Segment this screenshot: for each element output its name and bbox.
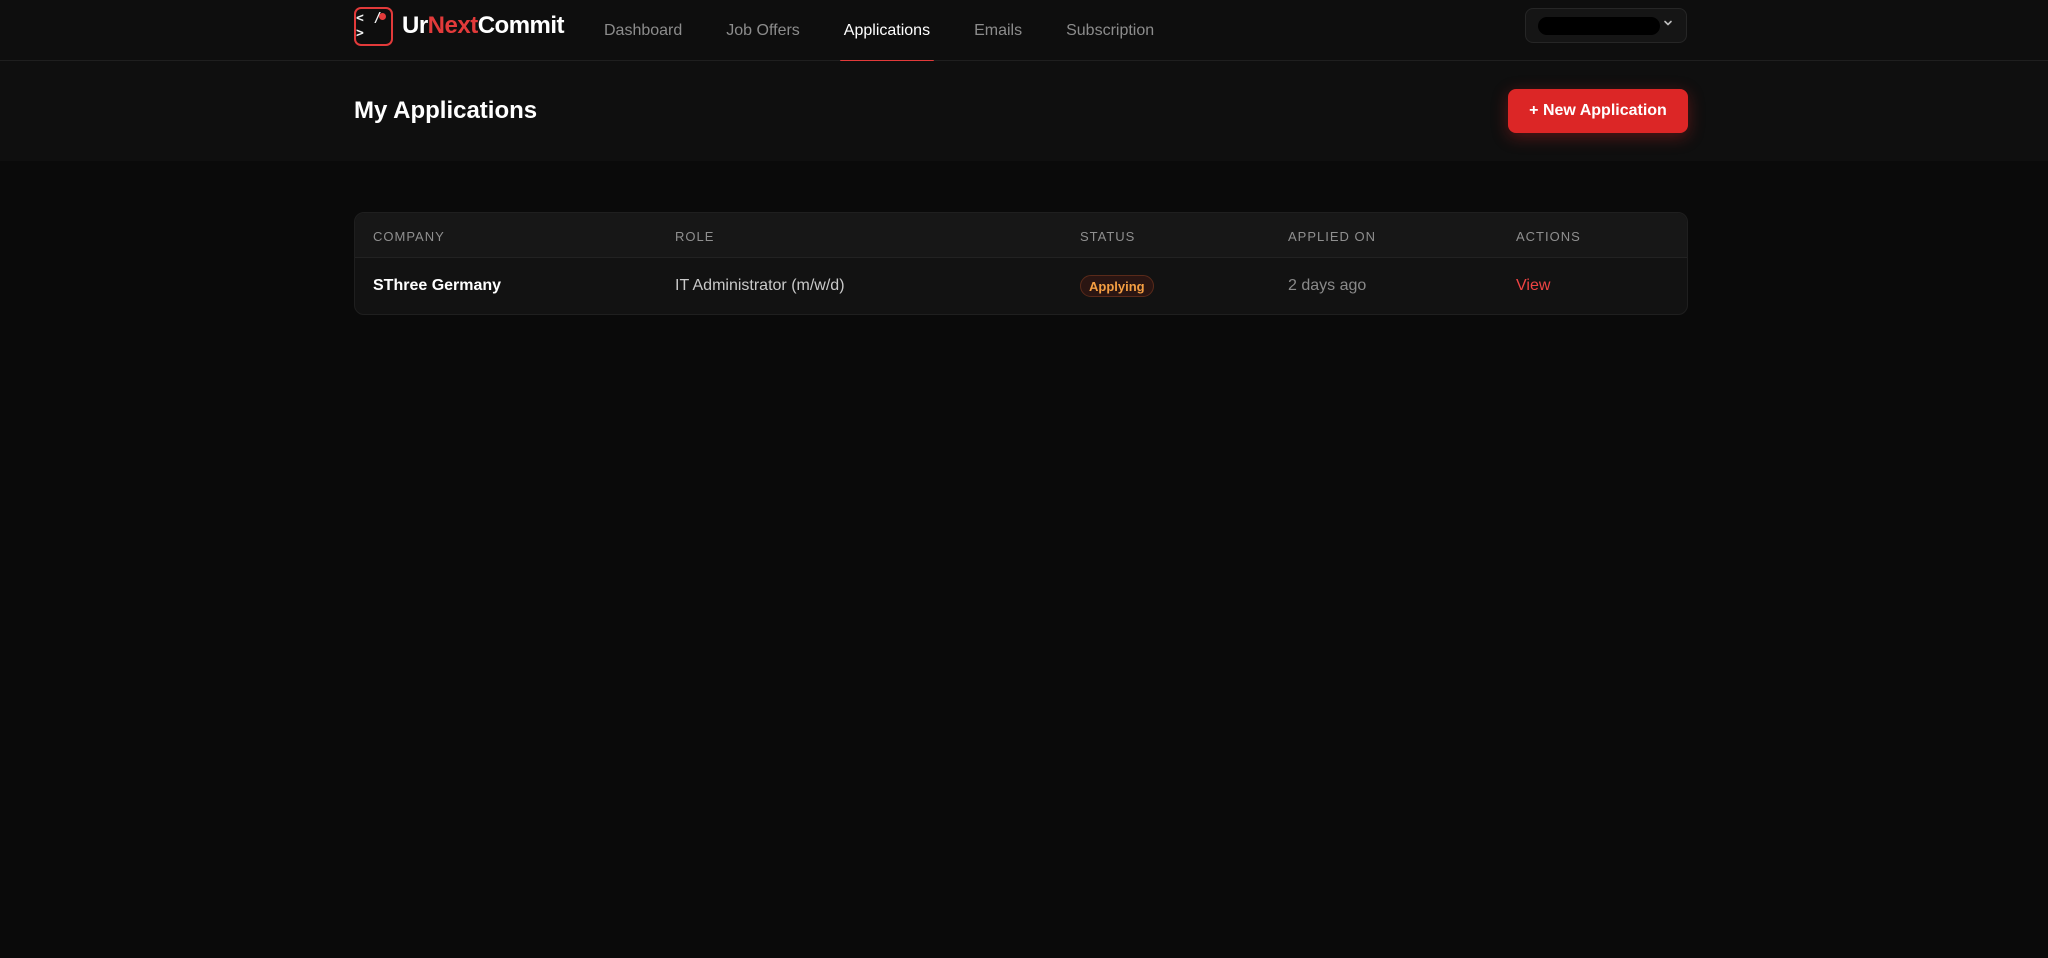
column-header-role: ROLE	[675, 229, 715, 244]
nav-item-dashboard[interactable]: Dashboard	[582, 0, 704, 61]
user-menu-button[interactable]	[1525, 8, 1687, 43]
cell-applied-on: 2 days ago	[1288, 277, 1367, 294]
applications-table: COMPANY ROLE STATUS APPLIED ON ACTIONS S…	[354, 212, 1688, 315]
cell-company: SThree Germany	[373, 277, 502, 294]
column-header-company: COMPANY	[373, 229, 445, 244]
logo-dot	[379, 12, 386, 20]
nav-item-applications[interactable]: Applications	[822, 0, 952, 62]
table-header: COMPANY ROLE STATUS APPLIED ON ACTIONS	[355, 213, 1687, 258]
column-header-applied-on: APPLIED ON	[1288, 229, 1377, 244]
main-nav: Dashboard Job Offers Applications Emails…	[582, 0, 1176, 62]
page-header: My Applications + New Application	[0, 61, 2048, 161]
column-header-actions: ACTIONS	[1516, 229, 1581, 244]
page-title: My Applications	[354, 97, 538, 124]
nav-item-job-offers[interactable]: Job Offers	[704, 0, 822, 61]
cell-role: IT Administrator (m/w/d)	[675, 277, 845, 294]
brand-name: Ur Next Commit	[402, 12, 565, 40]
nav-item-subscription[interactable]: Subscription	[1044, 0, 1176, 61]
brand-logo[interactable]: < / > Ur Next Commit	[354, 6, 565, 46]
top-navigation-bar: < / > Ur Next Commit Dashboard Job Offer…	[0, 0, 2048, 62]
brand-name-part-ur: Ur	[402, 12, 428, 39]
brand-name-part-next: Next	[427, 12, 479, 39]
new-application-button[interactable]: + New Application	[1508, 89, 1688, 133]
chevron-down-icon	[1664, 20, 1672, 26]
status-badge: Applying	[1080, 275, 1154, 297]
view-link[interactable]: View	[1516, 277, 1550, 295]
table-row: SThree Germany IT Administrator (m/w/d) …	[355, 258, 1687, 314]
redacted-username	[1538, 16, 1660, 35]
column-header-status: STATUS	[1080, 229, 1136, 244]
brand-name-part-commit: Commit	[477, 12, 565, 39]
code-logo-icon: < / >	[354, 6, 393, 46]
nav-item-emails[interactable]: Emails	[952, 0, 1044, 61]
